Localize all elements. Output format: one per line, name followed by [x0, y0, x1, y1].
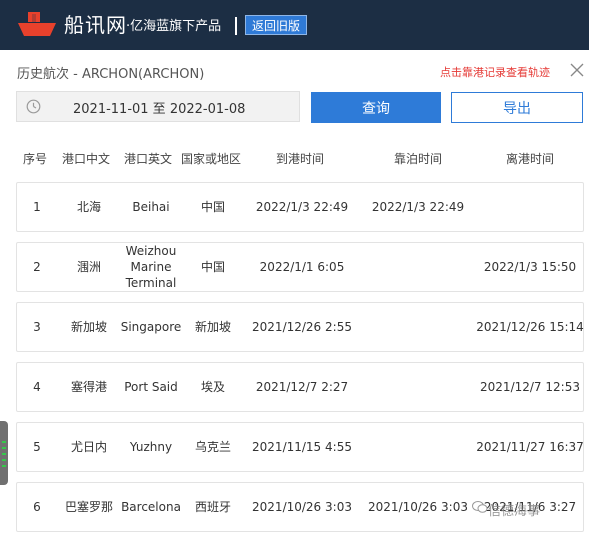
- date-range-value: 2021-11-01 至 2022-01-08: [73, 102, 246, 117]
- date-range-picker[interactable]: 2021-11-01 至 2022-01-08: [16, 91, 300, 122]
- back-to-old-version-button[interactable]: 返回旧版: [245, 15, 308, 35]
- view-track-link[interactable]: 点击靠港记录查看轨迹: [440, 64, 550, 80]
- cell-departure: 2021/11/27 16:37: [476, 440, 584, 454]
- page-title: 历史航次 - ARCHON(ARCHON): [17, 67, 205, 82]
- cell-departure: 2021/12/7 12:53: [480, 380, 580, 394]
- brand-subtitle: ·亿海蓝旗下产品: [126, 19, 222, 34]
- col-header-port-en: 港口英文: [123, 152, 172, 166]
- cell-port-cn: 新加坡: [70, 320, 107, 334]
- cell-index: 1: [33, 200, 41, 214]
- export-button[interactable]: 导出: [451, 92, 583, 123]
- cell-country: 新加坡: [194, 320, 231, 334]
- table-row[interactable]: 5 尤日内 Yuzhny 乌克兰 2021/11/15 4:55 2021/11…: [16, 422, 584, 472]
- cell-berth: [363, 363, 473, 411]
- cell-arrival: 2021/11/15 4:55: [252, 440, 352, 454]
- cell-index: 3: [33, 320, 41, 334]
- cell-berth: 2021/10/26 3:03: [368, 500, 468, 514]
- cell-departure: 2022/1/3 15:50: [483, 260, 577, 274]
- header-divider: [235, 17, 237, 35]
- cell-port-en: Barcelona: [121, 500, 181, 514]
- brand-name: 船讯网: [64, 13, 127, 37]
- cell-departure: 2021/12/26 15:14: [476, 320, 584, 334]
- cell-port-en: Singapore: [120, 320, 182, 334]
- cell-port-cn: 塞得港: [70, 380, 107, 394]
- cell-arrival: 2021/12/26 2:55: [252, 320, 352, 334]
- cell-berth: 2022/1/3 22:49: [371, 200, 465, 214]
- cell-port-cn: 北海: [76, 200, 101, 214]
- cell-port-en: Beihai: [132, 200, 170, 214]
- cell-arrival: 2021/12/7 2:27: [255, 380, 349, 394]
- clock-icon: [26, 99, 41, 114]
- cell-country: 埃及: [200, 380, 225, 394]
- cell-country: 西班牙: [194, 500, 231, 514]
- cell-country: 中国: [200, 260, 225, 274]
- cell-arrival: 2021/10/26 3:03: [252, 500, 352, 514]
- cell-port-en: Weizhou Marine Terminal: [125, 244, 177, 290]
- table-row[interactable]: 3 新加坡 Singapore 新加坡 2021/12/26 2:55 2021…: [16, 302, 584, 352]
- cell-departure: [475, 183, 585, 231]
- cell-arrival: 2022/1/3 22:49: [255, 200, 349, 214]
- cell-index: 5: [33, 440, 41, 454]
- cell-port-cn: 涠洲: [76, 260, 101, 274]
- handle-grip-line: [2, 441, 6, 443]
- cell-country: 中国: [200, 200, 225, 214]
- cell-index: 4: [33, 380, 41, 394]
- table-row[interactable]: 1 北海 Beihai 中国 2022/1/3 22:49 2022/1/3 2…: [16, 182, 584, 232]
- cell-berth: [363, 303, 473, 351]
- handle-grip-line: [2, 465, 6, 467]
- cell-arrival: 2022/1/1 6:05: [259, 260, 345, 274]
- cell-berth: [363, 423, 473, 471]
- col-header-arrival: 到港时间: [275, 152, 324, 166]
- col-header-country: 国家或地区: [180, 152, 241, 166]
- ship-logo-icon: [18, 12, 56, 36]
- close-icon[interactable]: [570, 63, 584, 77]
- col-header-index: 序号: [22, 152, 47, 166]
- cell-port-en: Port Said: [124, 380, 178, 394]
- watermark-text: 信德海事: [488, 504, 541, 519]
- table-row[interactable]: 2 涠洲 Weizhou Marine Terminal 中国 2022/1/1…: [16, 242, 584, 292]
- col-header-berth: 靠泊时间: [393, 152, 442, 166]
- handle-grip-line: [2, 453, 6, 455]
- cell-port-cn: 巴塞罗那: [64, 500, 113, 514]
- col-header-port-cn: 港口中文: [61, 152, 110, 166]
- cell-country: 乌克兰: [194, 440, 231, 454]
- handle-grip-line: [2, 447, 6, 449]
- top-header: 船讯网 ·亿海蓝旗下产品 返回旧版: [0, 0, 589, 50]
- col-header-departure: 离港时间: [505, 152, 554, 166]
- wechat-icon: [472, 501, 488, 513]
- cell-port-cn: 尤日内: [70, 440, 107, 454]
- table-row[interactable]: 4 塞得港 Port Said 埃及 2021/12/7 2:27 2021/1…: [16, 362, 584, 412]
- cell-berth: [363, 243, 473, 291]
- table-header: 序号 港口中文 港口英文 国家或地区 到港时间 靠泊时间 离港时间: [0, 150, 589, 168]
- handle-grip-line: [2, 459, 6, 461]
- cell-port-en: Yuzhny: [129, 440, 173, 454]
- query-button[interactable]: 查询: [311, 92, 441, 123]
- cell-index: 6: [33, 500, 41, 514]
- cell-index: 2: [33, 260, 41, 274]
- side-drag-handle[interactable]: [0, 421, 8, 485]
